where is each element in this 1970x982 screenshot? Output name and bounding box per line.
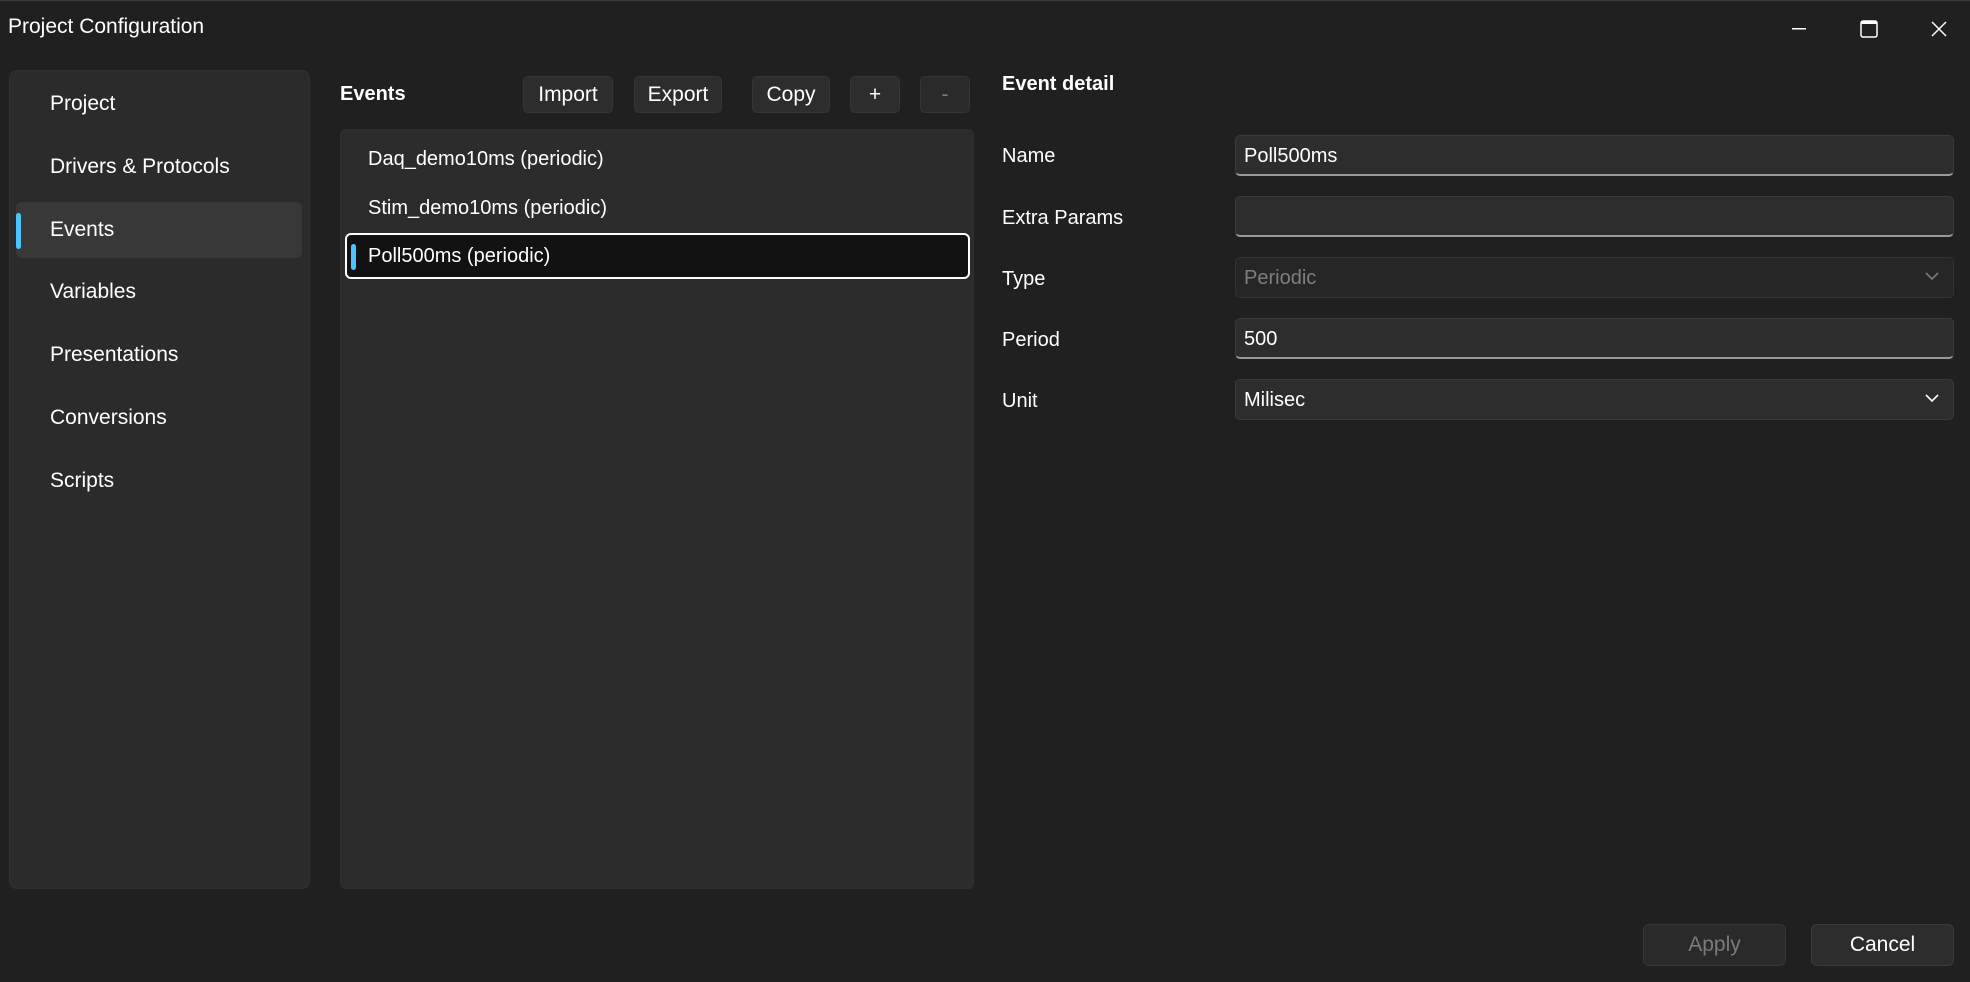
export-button[interactable]: Export: [634, 76, 722, 113]
sidebar-item-conversions[interactable]: Conversions: [16, 390, 302, 446]
apply-button[interactable]: Apply: [1643, 924, 1786, 966]
type-value: Periodic: [1244, 267, 1317, 289]
sidebar-nav: Project Drivers & Protocols Events Varia…: [9, 70, 310, 889]
unit-label: Unit: [1002, 390, 1038, 412]
event-label: Poll500ms (periodic): [368, 245, 551, 267]
period-label: Period: [1002, 329, 1060, 351]
events-list: Daq_demo10ms (periodic) Stim_demo10ms (p…: [340, 129, 974, 889]
copy-button[interactable]: Copy: [752, 76, 830, 113]
close-icon: [1931, 21, 1947, 37]
extra-params-label: Extra Params: [1002, 207, 1124, 229]
type-label: Type: [1002, 268, 1046, 290]
event-detail-header: Event detail: [1002, 73, 1115, 95]
chevron-down-icon: [1925, 394, 1939, 403]
maximize-icon: [1860, 20, 1878, 38]
sidebar-item-project[interactable]: Project: [16, 76, 302, 132]
name-value: Poll500ms: [1244, 145, 1338, 167]
sidebar-item-presentations[interactable]: Presentations: [16, 327, 302, 383]
unit-value: Milisec: [1244, 389, 1306, 411]
sidebar-item-label: Project: [50, 92, 116, 115]
sidebar-item-label: Events: [50, 218, 115, 241]
unit-select[interactable]: Milisec: [1235, 379, 1954, 420]
sidebar-item-label: Conversions: [50, 406, 167, 429]
event-label: Stim_demo10ms (periodic): [368, 197, 607, 219]
minimize-button[interactable]: [1764, 1, 1834, 57]
list-item[interactable]: Daq_demo10ms (periodic): [345, 136, 970, 182]
remove-event-button[interactable]: -: [920, 76, 970, 113]
period-value: 500: [1244, 328, 1278, 350]
event-label: Daq_demo10ms (periodic): [368, 148, 604, 170]
selection-indicator: [351, 244, 356, 270]
maximize-button[interactable]: [1834, 1, 1904, 57]
sidebar-item-label: Drivers & Protocols: [50, 155, 230, 178]
cancel-button[interactable]: Cancel: [1811, 924, 1954, 966]
sidebar-item-events[interactable]: Events: [16, 202, 302, 258]
name-label: Name: [1002, 145, 1056, 167]
minimize-icon: [1792, 28, 1806, 30]
period-field[interactable]: 500: [1235, 318, 1954, 359]
type-select[interactable]: Periodic: [1235, 257, 1954, 298]
sidebar-item-label: Scripts: [50, 469, 115, 492]
title-bar: Project Configuration: [0, 1, 1970, 57]
close-button[interactable]: [1904, 1, 1970, 57]
sidebar-item-variables[interactable]: Variables: [16, 264, 302, 320]
events-header: Events: [340, 83, 406, 105]
sidebar-item-label: Variables: [50, 280, 136, 303]
list-item[interactable]: Stim_demo10ms (periodic): [345, 185, 970, 231]
project-configuration-window: Project Configuration Project Drivers & …: [0, 0, 1970, 982]
sidebar-item-scripts[interactable]: Scripts: [16, 453, 302, 509]
list-item-selected[interactable]: Poll500ms (periodic): [345, 233, 970, 279]
chevron-down-icon: [1925, 272, 1939, 281]
name-field[interactable]: Poll500ms: [1235, 135, 1954, 176]
import-button[interactable]: Import: [523, 76, 613, 113]
sidebar-item-label: Presentations: [50, 343, 179, 366]
window-title: Project Configuration: [8, 15, 205, 38]
extra-params-field[interactable]: [1235, 196, 1954, 237]
selection-indicator: [16, 213, 21, 249]
sidebar-item-drivers-protocols[interactable]: Drivers & Protocols: [16, 139, 302, 195]
add-event-button[interactable]: +: [850, 76, 900, 113]
